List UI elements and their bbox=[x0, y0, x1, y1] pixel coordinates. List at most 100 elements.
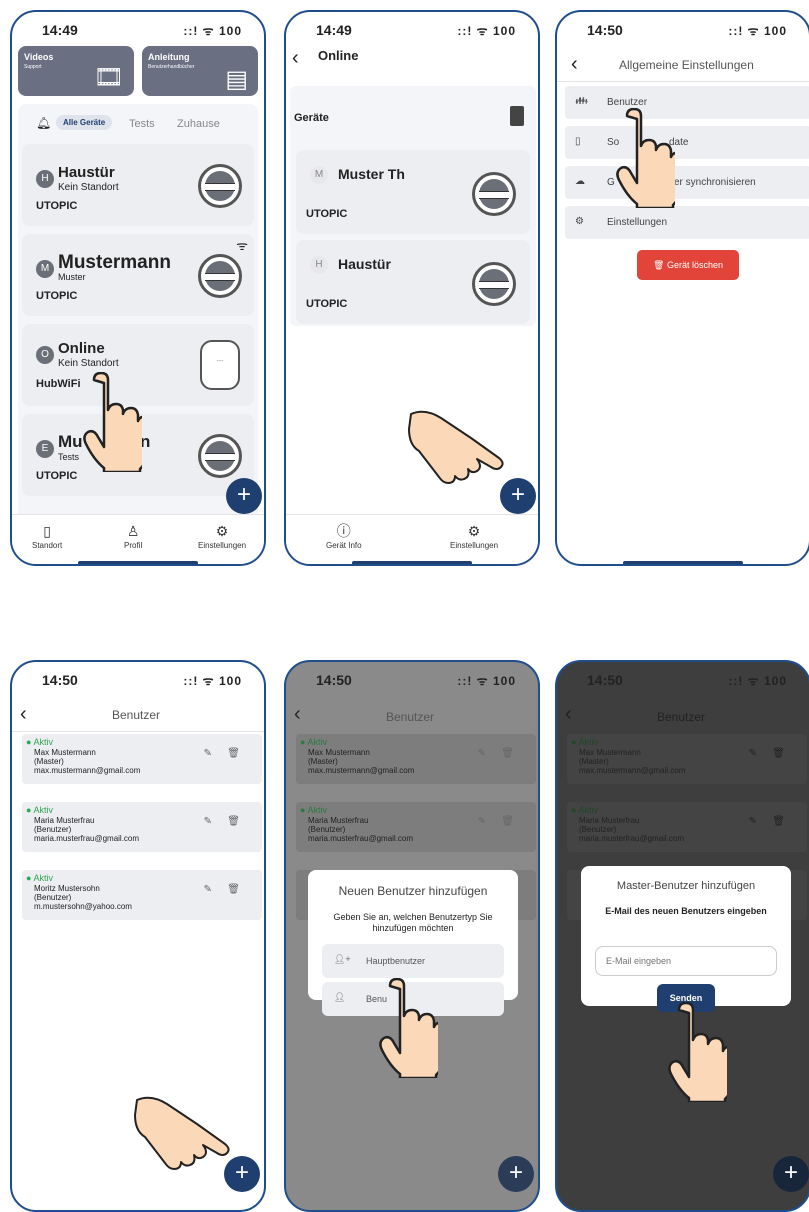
user-status-label: Aktiv bbox=[307, 737, 327, 747]
edit-icon[interactable]: ✎ bbox=[478, 817, 486, 827]
trash-icon[interactable]: 🗑︎ bbox=[772, 749, 785, 759]
device-type: UTOPIC bbox=[36, 290, 78, 302]
back-arrow-icon[interactable]: ‹ bbox=[294, 704, 301, 724]
home-indicator bbox=[78, 561, 198, 564]
settings-row-software-update[interactable]: ▯ So date bbox=[565, 126, 809, 159]
edit-icon[interactable]: ✎ bbox=[749, 817, 757, 827]
trash-icon[interactable]: 🗑︎ bbox=[227, 817, 240, 827]
bell-icon[interactable]: 🔔︎ bbox=[36, 116, 51, 130]
nav-einstellungen[interactable]: ⚙ Einstellungen bbox=[450, 523, 498, 550]
device-avatar: H bbox=[310, 256, 328, 274]
nav-device-info[interactable]: ⓘ Gerät Info bbox=[326, 523, 362, 550]
user-name: Maria Musterfrau bbox=[34, 816, 95, 825]
lock-icon bbox=[198, 164, 242, 208]
phone-screen-general-settings: 14:50 ::! ᯤ 100 ‹ Allgemeine Einstellung… bbox=[555, 10, 809, 566]
status-time: 14:50 bbox=[587, 22, 623, 38]
phone-screen-devices: 14:49 ::! ᯤ 100 Videos Support 🎞 Anleitu… bbox=[10, 10, 266, 566]
edit-icon[interactable]: ✎ bbox=[749, 749, 757, 759]
user-role: (Master) bbox=[579, 757, 609, 766]
user-card: ● Aktiv Moritz Mustersohn (Benutzer) m.mus… bbox=[22, 870, 262, 920]
device-name: Online bbox=[58, 340, 105, 357]
nav-profil[interactable]: ♙ Profil bbox=[124, 523, 142, 550]
back-arrow-icon[interactable]: ‹ bbox=[565, 704, 572, 724]
user-status: ● Aktiv bbox=[26, 873, 53, 883]
trash-icon[interactable]: 🗑︎ bbox=[227, 885, 240, 895]
status-bar: 14:50 ::! ᯤ 100 bbox=[557, 12, 809, 46]
settings-row-sync[interactable]: ☁ G ver synchronisieren bbox=[565, 166, 809, 199]
status-time: 14:49 bbox=[42, 22, 78, 38]
banner-manual[interactable]: Anleitung Benutzerhandbücher ▤ bbox=[142, 46, 258, 96]
bottom-nav: ⓘ Gerät Info ⚙ Einstellungen bbox=[286, 514, 538, 564]
gear-icon: ⚙ bbox=[575, 216, 584, 227]
tab-all-devices[interactable]: Alle Geräte bbox=[56, 115, 113, 130]
add-user-button[interactable]: + bbox=[773, 1156, 809, 1192]
device-avatar: O bbox=[36, 346, 54, 364]
nav-einstellungen[interactable]: ⚙ Einstellungen bbox=[198, 523, 246, 550]
edit-icon[interactable]: ✎ bbox=[204, 749, 212, 759]
user-email: max.mustermann@gmail.com bbox=[308, 766, 415, 775]
back-arrow-icon[interactable]: ‹ bbox=[292, 48, 299, 68]
back-arrow-icon[interactable]: ‹ bbox=[571, 54, 578, 74]
trash-icon: 🗑︎ bbox=[653, 260, 667, 270]
lock-icon bbox=[198, 254, 242, 298]
user-info: Moritz Mustersohn (Benutzer) m.mustersohn@… bbox=[34, 884, 132, 911]
device-card[interactable]: M Mustermann Muster UTOPIC ᯤ bbox=[22, 234, 254, 316]
home-indicator bbox=[352, 561, 472, 564]
device-avatar: E bbox=[36, 440, 54, 458]
delete-device-button[interactable]: 🗑︎ Gerät löschen bbox=[637, 250, 739, 280]
trash-icon[interactable]: 🗑︎ bbox=[501, 817, 514, 827]
status-icons: ::! ᯤ 100 bbox=[183, 674, 242, 688]
user-card: ● Aktiv Maria Musterfrau (Benutzer) maria.… bbox=[567, 802, 807, 852]
user-info: Maria Musterfrau (Benutzer) maria.musterfr… bbox=[579, 816, 684, 843]
edit-icon[interactable]: ✎ bbox=[204, 817, 212, 827]
device-type: UTOPIC bbox=[306, 298, 348, 310]
add-user-button[interactable]: + bbox=[224, 1156, 260, 1192]
info-icon: ⓘ bbox=[336, 523, 351, 539]
user-status: ● Aktiv bbox=[571, 805, 598, 815]
status-icons: ::! ᯤ 100 bbox=[728, 24, 787, 38]
user-card: ● Aktiv Max Mustermann (Master) max.muster… bbox=[22, 734, 262, 784]
user-card: ● Aktiv Max Mustermann (Master) max.muster… bbox=[296, 734, 536, 784]
device-card[interactable]: H Haustür UTOPIC bbox=[296, 240, 530, 324]
edit-icon[interactable]: ✎ bbox=[478, 749, 486, 759]
header: ‹ Online bbox=[286, 42, 538, 76]
delete-device-label: Gerät löschen bbox=[666, 260, 723, 270]
settings-row-benutzer[interactable]: 👪︎ Benutzer bbox=[565, 86, 809, 119]
user-name: Max Mustermann bbox=[34, 748, 96, 757]
device-avatar: H bbox=[36, 170, 54, 188]
user-role: (Master) bbox=[34, 757, 64, 766]
tap-hand-icon bbox=[368, 978, 438, 1078]
user-email: m.mustersohn@yahoo.com bbox=[34, 902, 132, 911]
bookmark-icon: ▯ bbox=[43, 523, 51, 539]
device-name: Mustermann bbox=[58, 252, 171, 273]
settings-row-einstellungen[interactable]: ⚙ Einstellungen bbox=[565, 206, 809, 239]
add-button[interactable]: + bbox=[500, 478, 536, 514]
device-card[interactable]: H Haustür Kein Standort UTOPIC bbox=[22, 144, 254, 226]
device-name: Haustür bbox=[338, 256, 391, 272]
trash-icon[interactable]: 🗑︎ bbox=[772, 817, 785, 827]
banner-manual-title: Anleitung bbox=[148, 52, 190, 62]
file-icon[interactable] bbox=[510, 106, 524, 126]
banner-videos[interactable]: Videos Support 🎞 bbox=[18, 46, 134, 96]
user-status-label: Aktiv bbox=[578, 737, 598, 747]
nav-einstellungen-label: Einstellungen bbox=[450, 541, 499, 550]
lock-icon bbox=[198, 434, 242, 478]
user-email: maria.musterfrau@gmail.com bbox=[308, 834, 414, 843]
back-arrow-icon[interactable]: ‹ bbox=[20, 704, 27, 724]
status-bar: 14:49 ::! ᯤ 100 bbox=[12, 12, 264, 46]
nav-standort[interactable]: ▯ Standort bbox=[32, 523, 62, 550]
add-device-button[interactable]: + bbox=[226, 478, 262, 514]
trash-icon[interactable]: 🗑︎ bbox=[501, 749, 514, 759]
device-card[interactable]: M Muster Th UTOPIC bbox=[296, 150, 530, 234]
tab-tests[interactable]: Tests bbox=[129, 118, 155, 130]
person-icon: 👤︎ bbox=[334, 992, 346, 1002]
email-input[interactable] bbox=[595, 946, 777, 976]
status-icons: ::! ᯤ 100 bbox=[457, 674, 516, 688]
tab-zuhause[interactable]: Zuhause bbox=[177, 118, 220, 130]
user-status: ● Aktiv bbox=[300, 737, 327, 747]
edit-icon[interactable]: ✎ bbox=[204, 885, 212, 895]
add-user-button[interactable]: + bbox=[498, 1156, 534, 1192]
user-email: maria.musterfrau@gmail.com bbox=[34, 834, 140, 843]
option-main-user[interactable]: 👤︎+ Hauptbenutzer bbox=[322, 944, 504, 978]
trash-icon[interactable]: 🗑︎ bbox=[227, 749, 240, 759]
